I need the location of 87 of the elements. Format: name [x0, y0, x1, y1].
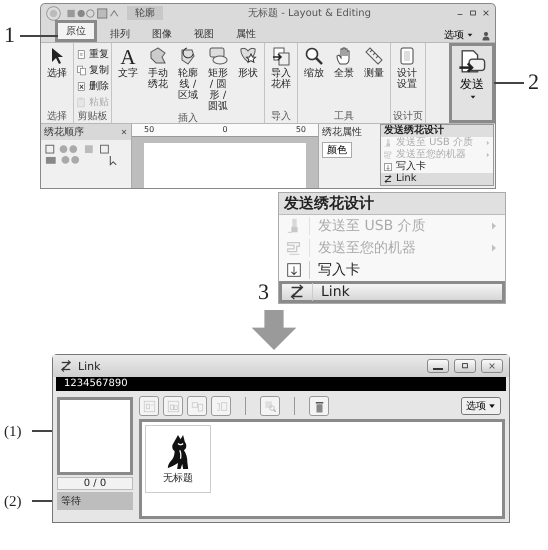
ribbon-tab[interactable]: 属性 [227, 25, 265, 42]
menu-header: 发送绣花设计 [381, 125, 493, 137]
group-label: 剪贴板 [76, 111, 108, 123]
menu-item[interactable]: Link [381, 173, 493, 185]
caret-icon [488, 402, 496, 410]
group-label: 工具 [333, 111, 355, 123]
star-icon [238, 46, 258, 66]
panel-tab[interactable]: 颜色 [322, 142, 352, 158]
callout-number: 3 [258, 280, 269, 304]
toolbar-button[interactable] [309, 396, 329, 416]
paste-icon [76, 96, 87, 108]
user-icon [481, 30, 491, 42]
ribbon-tab[interactable]: 图像 [143, 25, 181, 42]
minimize-icon [433, 368, 443, 370]
delete-icon [76, 80, 87, 92]
caret-icon [466, 31, 474, 40]
window-title: Link [78, 360, 101, 372]
usb-icon [383, 138, 393, 148]
ribbon-tab[interactable]: 排列 [101, 25, 139, 42]
callout-number: 1 [4, 23, 15, 47]
link-icon [59, 359, 73, 373]
group-label: 设计页 [393, 111, 423, 123]
maximize-button[interactable] [454, 359, 476, 373]
letter-icon: A [120, 46, 136, 68]
ruler-label: 50 [296, 124, 306, 136]
ribbon-button[interactable]: 测量 [360, 45, 388, 80]
document-icon [76, 48, 87, 60]
shapes-icon [208, 46, 228, 66]
ribbon-button[interactable]: 导入花样 [267, 45, 295, 91]
ribbon-button[interactable]: 重复 [76, 47, 109, 61]
sewing-machine-icon [285, 239, 310, 257]
search-icon [304, 46, 324, 66]
callout-number: (1) [4, 423, 22, 442]
ribbon-button[interactable]: 删除 [76, 79, 109, 93]
window-title: 无标题 - Layout & Editing [247, 6, 372, 20]
ribbon-tab[interactable]: 原位 [55, 20, 97, 42]
callout-number: (2) [4, 493, 22, 512]
close-icon [482, 9, 490, 17]
status-text: 等待 [57, 492, 133, 510]
ruler-label: 0 [222, 124, 228, 136]
find-icon [262, 398, 278, 414]
group-label: 导入 [270, 111, 292, 123]
group-label: 选择 [46, 111, 68, 123]
menu-header: 发送绣花设计 [279, 193, 505, 215]
ribbon-button[interactable]: 轮廓线 / 区域 [174, 45, 202, 102]
machine-id-bar: 1234567890 [56, 377, 506, 391]
ribbon-tab[interactable]: 视图 [185, 25, 223, 42]
callout-number: 2 [528, 70, 539, 94]
card-icon [285, 261, 310, 279]
ruler-icon [364, 46, 384, 66]
ribbon-button[interactable]: 复制 [76, 63, 109, 77]
import-icon [271, 46, 291, 66]
close-button[interactable] [481, 359, 503, 373]
group-label: 插入 [177, 113, 199, 125]
ribbon-button[interactable]: 设计设置 [393, 45, 421, 91]
link-icon [288, 283, 313, 301]
ribbon-button[interactable]: 全景 [330, 45, 358, 80]
panel-title: 绣花顺序 [44, 126, 84, 139]
options-menu[interactable]: 选项 [441, 28, 477, 42]
counter-text: 0 / 0 [57, 477, 133, 490]
send-button[interactable]: 发送 [449, 43, 495, 123]
ribbon-button[interactable]: A 文字 [114, 45, 142, 80]
ribbon-button[interactable]: 手动绣花 [144, 45, 172, 91]
menu-item[interactable]: Link [279, 281, 505, 303]
context-tab-label: 轮廓 [127, 6, 163, 20]
ribbon-button[interactable]: 形状 [234, 45, 262, 80]
sewing-machine-icon [383, 150, 393, 160]
stitch-icon [148, 46, 168, 66]
design-thumbnail[interactable]: 无标题 [145, 425, 211, 493]
close-icon [120, 128, 128, 136]
options-dropdown[interactable]: 选项 [461, 397, 501, 415]
card-icon [383, 162, 393, 172]
ribbon-button[interactable]: 缩放 [300, 45, 328, 80]
minimize-button[interactable] [427, 359, 449, 373]
link-icon [383, 174, 393, 184]
ribbon-button[interactable]: 选择 [43, 45, 71, 80]
copy-icon [76, 64, 87, 76]
app-menu-icon [46, 6, 61, 20]
panel-title: 绣花属性 [322, 126, 362, 139]
design-name: 无标题 [163, 472, 193, 485]
usb-icon [285, 217, 310, 235]
menu-item[interactable]: 写入卡 [381, 161, 493, 173]
caret-icon [469, 93, 477, 101]
ribbon-button[interactable]: 矩形 / 圆形 / 圆弧 [204, 45, 232, 113]
menu-item[interactable]: 写入卡 [279, 259, 505, 281]
maximize-icon [469, 9, 477, 17]
ruler-label: 50 [144, 124, 154, 136]
